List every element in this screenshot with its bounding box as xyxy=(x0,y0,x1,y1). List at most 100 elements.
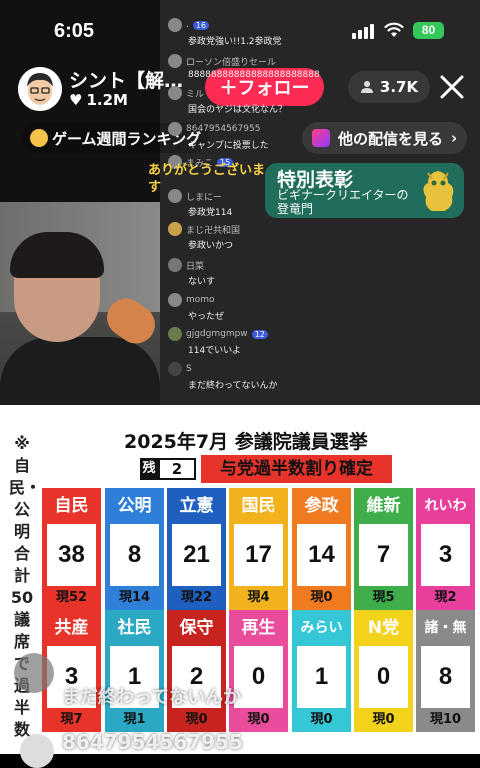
chat-username: まじ卍共和国 xyxy=(186,225,241,236)
party-card: 維新 7 現5 xyxy=(354,488,413,610)
party-current-seats: 現0 xyxy=(292,586,351,610)
party-current-seats: 現7 xyxy=(42,708,101,732)
streamer-video xyxy=(0,202,160,405)
party-name: 自民 xyxy=(42,488,101,524)
chat-avatar xyxy=(168,327,182,341)
trophy-icon xyxy=(30,129,48,147)
chat-message: ローソン倍盛りセール 88888888888888888888888 xyxy=(168,54,368,80)
chat-username: 8647954567955 xyxy=(186,124,261,134)
party-current-seats: 現0 xyxy=(167,708,226,732)
party-name: 諸・無 xyxy=(416,610,475,646)
party-current-seats: 現5 xyxy=(354,586,413,610)
chat-username: momo xyxy=(186,295,215,305)
party-card: N党 0 現0 xyxy=(354,610,413,732)
chat-text: 88888888888888888888888 xyxy=(188,70,320,80)
chat-username: ローソン倍盛りセール xyxy=(186,57,277,68)
close-icon[interactable] xyxy=(437,72,467,102)
party-name: 公明 xyxy=(105,488,164,524)
party-seats: 7 xyxy=(354,524,413,586)
party-card: みらい 1 現0 xyxy=(292,610,351,732)
chat-message: gjgdgmgmpw 12 114でいいよ xyxy=(168,327,368,356)
party-current-seats: 現4 xyxy=(229,586,288,610)
party-card: れいわ 3 現2 xyxy=(416,488,475,610)
party-name: N党 xyxy=(354,610,413,646)
chat-username: 日菜 xyxy=(186,261,205,272)
party-name: 維新 xyxy=(354,488,413,524)
host-avatar[interactable] xyxy=(18,67,62,111)
party-current-seats: 現10 xyxy=(416,708,475,732)
chat-username: S xyxy=(186,364,192,374)
chat-avatar xyxy=(168,258,182,272)
chat-username: gjgdgmgmpw xyxy=(186,329,248,339)
chat-avatar xyxy=(168,122,182,136)
bottom-comment: 8647954567955 xyxy=(62,730,243,754)
party-name: 共産 xyxy=(42,610,101,646)
chat-avatar xyxy=(168,222,182,236)
chat-message: ミル 国会のヤジは文化なん？ xyxy=(168,86,368,115)
chat-message: momo やったぜ xyxy=(168,293,368,322)
party-seats: 8 xyxy=(416,646,475,708)
viewer-count-label: 3.7K xyxy=(379,78,419,96)
party-name: れいわ xyxy=(416,488,475,524)
party-seats: 17 xyxy=(229,524,288,586)
floating-comment-avatar xyxy=(14,653,54,693)
award-card[interactable]: 特別表彰 ビギナークリエイターの登竜門 xyxy=(265,163,464,218)
party-seats: 38 xyxy=(42,524,101,586)
chat-avatar xyxy=(168,86,182,100)
chat-avatar xyxy=(168,18,182,32)
chat-text: 参政いかつ xyxy=(188,241,234,251)
welcome-banner: ありがとうございます xyxy=(148,163,266,195)
chat-text: まだ終わってないんか xyxy=(188,381,278,391)
likes-count: 1.2M xyxy=(86,91,128,109)
party-seats: 21 xyxy=(167,524,226,586)
wifi-icon xyxy=(384,22,404,37)
party-seats: 3 xyxy=(416,524,475,586)
chat-message: S まだ終わってないんか xyxy=(168,362,368,391)
chat-username: ミル xyxy=(186,89,205,100)
chat-text: 114でいいよ xyxy=(188,346,241,356)
party-name: 国民 xyxy=(229,488,288,524)
party-card: 社民 1 現1 xyxy=(105,610,164,732)
party-card: 立憲 21 現22 xyxy=(167,488,226,610)
streamer-shirt xyxy=(0,337,160,405)
party-name: 保守 xyxy=(167,610,226,646)
chat-message: 日菜 ないす xyxy=(168,258,368,287)
party-name: 参政 xyxy=(292,488,351,524)
chat-message: 8647954567955 キャンプに投票した xyxy=(168,122,368,151)
level-badge: 12 xyxy=(251,329,268,339)
chat-text: やったぜ xyxy=(188,312,225,322)
party-seats: 1 xyxy=(292,646,351,708)
scoreboard-title: 2025年7月 参議院議員選挙 xyxy=(124,431,368,453)
floating-comment: まだ終わってないんか xyxy=(62,687,242,708)
chat-avatar xyxy=(168,54,182,68)
host-likes: ♥ 1.2M xyxy=(69,91,128,109)
chat-avatar xyxy=(168,293,182,307)
avatar-illustration-icon xyxy=(18,67,62,111)
chat-text: キャンプに投票した xyxy=(188,141,269,151)
party-current-seats: 現22 xyxy=(167,586,226,610)
party-current-seats: 現14 xyxy=(105,586,164,610)
chat-text: ないす xyxy=(188,277,216,287)
party-current-seats: 現0 xyxy=(229,708,288,732)
party-card: 諸・無 8 現10 xyxy=(416,610,475,732)
chat-message: . 16 参政党強い!!1.2参政党 xyxy=(168,18,368,47)
party-name: 立憲 xyxy=(167,488,226,524)
party-current-seats: 現1 xyxy=(105,708,164,732)
party-current-seats: 現52 xyxy=(42,586,101,610)
chat-text: 国会のヤジは文化なん？ xyxy=(188,105,288,115)
chevron-right-icon: › xyxy=(451,129,458,147)
dragon-icon xyxy=(423,171,454,211)
party-current-seats: 現0 xyxy=(354,708,413,732)
party-card: 参政 14 現0 xyxy=(292,488,351,610)
headline-banner: 与党過半数割り確定 xyxy=(201,455,392,483)
bottom-comment-avatar xyxy=(20,734,54,768)
party-name: 社民 xyxy=(105,610,164,646)
party-card: 国民 17 現4 xyxy=(229,488,288,610)
chat-text: 参政党強い!!1.2参政党 xyxy=(188,37,282,47)
award-subtitle: ビギナークリエイターの登竜門 xyxy=(277,188,409,216)
party-card: 公明 8 現14 xyxy=(105,488,164,610)
remaining-tag: 残 xyxy=(140,458,158,480)
level-badge: 16 xyxy=(192,20,210,30)
side-note: ※自民・公明合計50議席で過半数 xyxy=(9,434,42,739)
remaining-count: 2 xyxy=(158,458,196,480)
